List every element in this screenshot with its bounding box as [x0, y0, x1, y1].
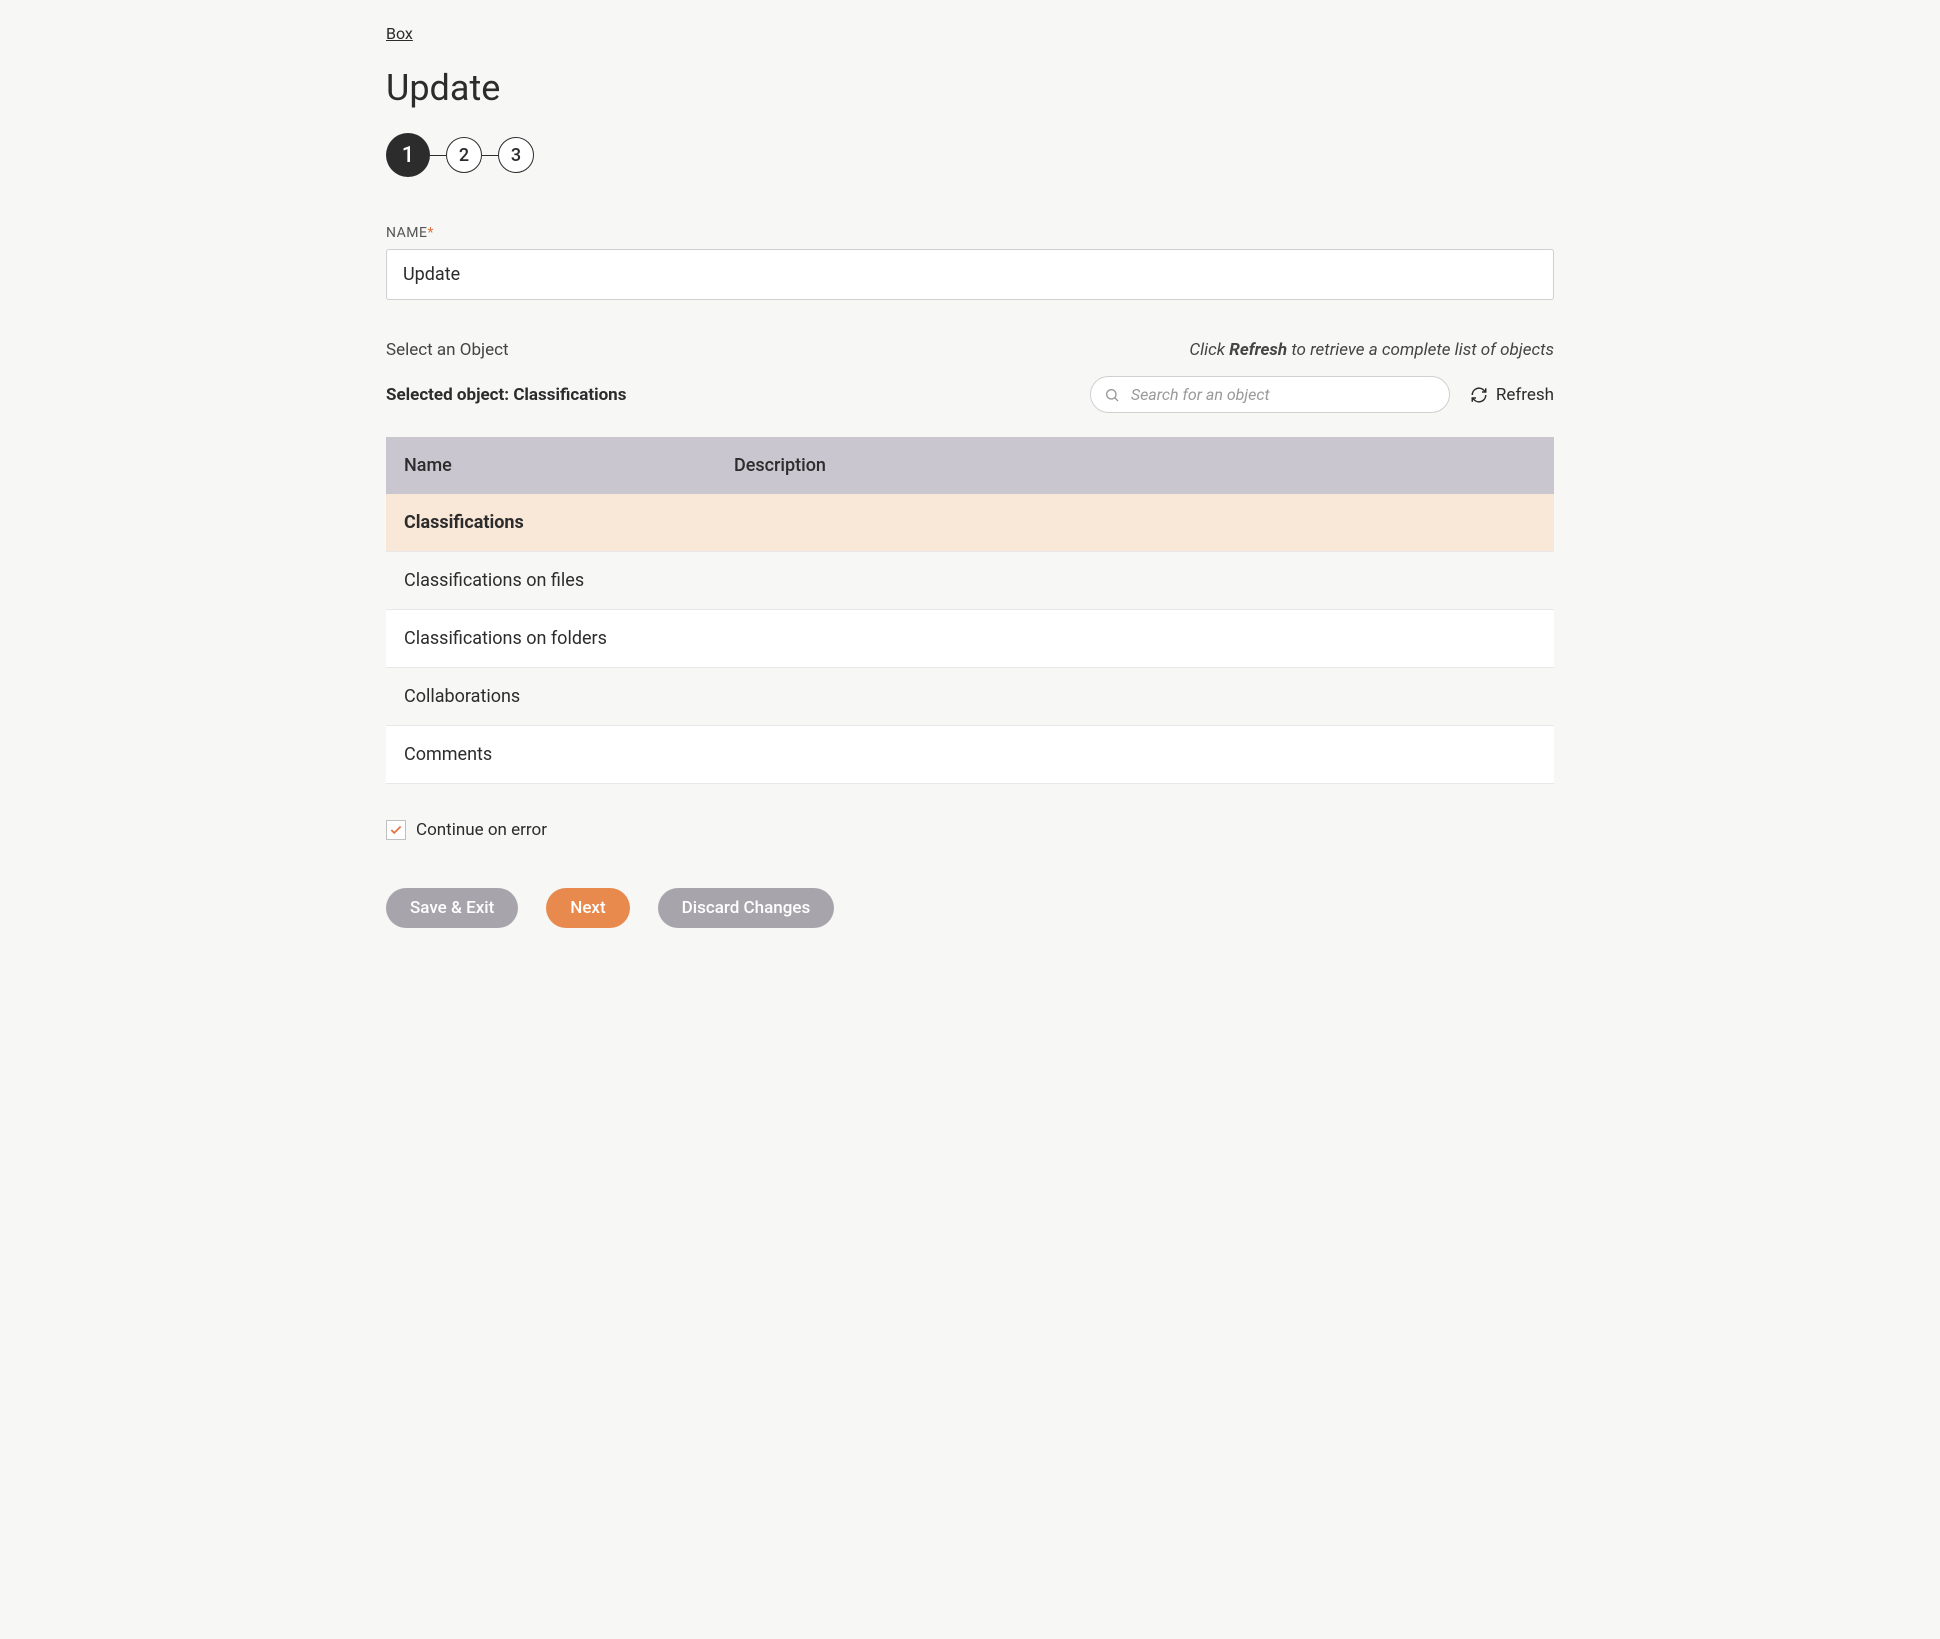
continue-on-error-checkbox[interactable]: [386, 820, 406, 840]
table-cell-name: Collaborations: [386, 668, 716, 726]
table-cell-description: [716, 552, 1554, 610]
selected-object-label: Selected object: Classifications: [386, 385, 626, 405]
continue-on-error-label: Continue on error: [416, 820, 547, 840]
table-header-name: Name: [386, 437, 716, 494]
table-cell-name: Classifications: [386, 494, 716, 552]
table-row[interactable]: Comments: [386, 726, 1554, 784]
table-header-description: Description: [716, 437, 1554, 494]
save-exit-button[interactable]: Save & Exit: [386, 888, 518, 928]
object-table: Name Description ClassificationsClassifi…: [386, 437, 1554, 784]
check-icon: [389, 823, 403, 837]
table-cell-description: [716, 494, 1554, 552]
name-input[interactable]: [386, 249, 1554, 300]
refresh-button[interactable]: Refresh: [1470, 385, 1554, 405]
discard-changes-button[interactable]: Discard Changes: [658, 888, 835, 928]
search-input[interactable]: [1090, 376, 1450, 413]
stepper: 1 2 3: [386, 133, 1554, 177]
table-row[interactable]: Classifications: [386, 494, 1554, 552]
select-object-label: Select an Object: [386, 340, 509, 360]
step-3[interactable]: 3: [498, 137, 534, 173]
table-cell-description: [716, 610, 1554, 668]
hint-text: Click Refresh to retrieve a complete lis…: [1189, 340, 1554, 360]
step-connector: [482, 155, 498, 156]
step-2[interactable]: 2: [446, 137, 482, 173]
page-title: Update: [386, 67, 1554, 109]
step-connector: [430, 155, 446, 156]
refresh-icon: [1470, 386, 1488, 404]
required-indicator: *: [427, 225, 434, 241]
search-icon: [1104, 387, 1120, 403]
table-row[interactable]: Classifications on files: [386, 552, 1554, 610]
table-row[interactable]: Collaborations: [386, 668, 1554, 726]
table-cell-description: [716, 726, 1554, 784]
next-button[interactable]: Next: [546, 888, 629, 928]
table-cell-name: Classifications on files: [386, 552, 716, 610]
table-row[interactable]: Classifications on folders: [386, 610, 1554, 668]
table-cell-name: Classifications on folders: [386, 610, 716, 668]
breadcrumb-link[interactable]: Box: [386, 24, 413, 43]
step-1[interactable]: 1: [386, 133, 430, 177]
table-cell-description: [716, 668, 1554, 726]
table-cell-name: Comments: [386, 726, 716, 784]
name-label: NAME*: [386, 225, 1554, 241]
